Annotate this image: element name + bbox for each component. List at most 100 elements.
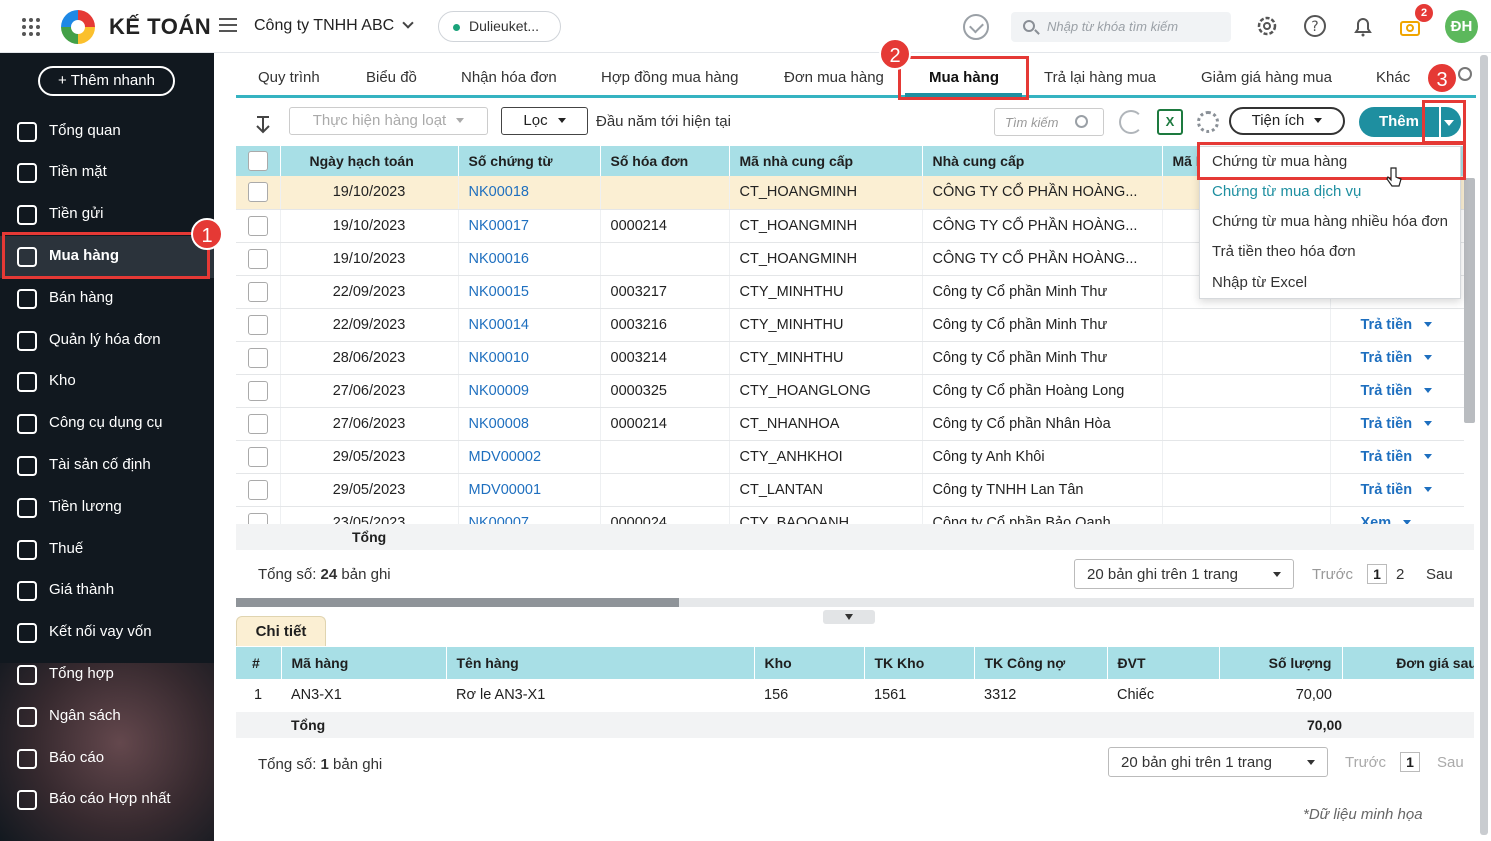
- cell-doc-no[interactable]: MDV00002: [458, 440, 601, 474]
- cell-doc-no[interactable]: NK00018: [458, 176, 601, 210]
- row-checkbox[interactable]: [247, 479, 268, 500]
- cell-doc-no[interactable]: NK00007: [458, 506, 601, 524]
- row-checkbox[interactable]: [247, 413, 268, 434]
- grid-settings-icon[interactable]: [1197, 111, 1219, 133]
- excel-export-icon[interactable]: X: [1157, 109, 1183, 135]
- sidebar-item-15[interactable]: Ngân sách: [0, 696, 214, 738]
- cell-doc-no[interactable]: NK00014: [458, 308, 601, 342]
- batch-action-dropdown[interactable]: Thực hiện hàng loạt: [289, 107, 488, 135]
- tab-1[interactable]: Quy trình: [258, 69, 320, 86]
- sidebar-item-16[interactable]: Báo cáo: [0, 738, 214, 780]
- grid-search-input[interactable]: Tìm kiếm: [994, 108, 1104, 136]
- row-checkbox[interactable]: [247, 380, 268, 401]
- col-header-date[interactable]: Ngày hạch toán: [280, 146, 459, 176]
- row-checkbox[interactable]: [247, 512, 268, 524]
- user-avatar[interactable]: ĐH: [1445, 10, 1478, 43]
- sidebar-item-10[interactable]: Tiền lương: [0, 487, 214, 529]
- notification-bell-icon[interactable]: [1351, 14, 1375, 38]
- cell-doc-no[interactable]: NK00009: [458, 374, 601, 408]
- detail-next-page-link[interactable]: Sau: [1437, 754, 1464, 771]
- tab-2[interactable]: Biểu đồ: [366, 69, 417, 86]
- page-1-button[interactable]: 1: [1367, 564, 1387, 584]
- sidebar-item-9[interactable]: Tài sản cố định: [0, 445, 214, 487]
- filter-button[interactable]: Lọc: [501, 107, 588, 135]
- pay-action-button[interactable]: Trả tiền: [1361, 482, 1433, 498]
- cell-doc-no[interactable]: NK00015: [458, 275, 601, 309]
- table-row[interactable]: 23/05/2023 NK00007 0000024 CTY_BAOOANH Công …: [236, 506, 1464, 524]
- table-row[interactable]: 27/06/2023 NK00008 0000214 CT_NHANHOA Công t…: [236, 407, 1464, 441]
- table-row[interactable]: 28/06/2023 NK00010 0003214 CTY_MINHTHU Công …: [236, 341, 1464, 375]
- row-checkbox[interactable]: [247, 281, 268, 302]
- database-selector[interactable]: Dulieuket...: [438, 11, 561, 42]
- sidebar-item-2[interactable]: Tiền mặt: [0, 152, 214, 194]
- menu-toggle-icon[interactable]: [217, 14, 239, 36]
- select-all-checkbox[interactable]: [248, 151, 268, 171]
- row-checkbox[interactable]: [247, 215, 268, 236]
- table-row[interactable]: 29/05/2023 MDV00002 CTY_ANHKHOI Công ty Anh…: [236, 440, 1464, 474]
- cell-doc-no[interactable]: NK00016: [458, 242, 601, 276]
- sidebar-item-5[interactable]: Bán hàng: [0, 278, 214, 320]
- row-checkbox[interactable]: [247, 314, 268, 335]
- settings-gear-icon[interactable]: [1255, 14, 1279, 38]
- pay-action-button[interactable]: Trả tiền: [1361, 449, 1433, 465]
- table-row[interactable]: 27/06/2023 NK00009 0000325 CTY_HOANGLONG Côn…: [236, 374, 1464, 408]
- row-checkbox[interactable]: [247, 347, 268, 368]
- tab-4[interactable]: Hợp đồng mua hàng: [601, 69, 738, 86]
- col-header-vendor-code[interactable]: Mã nhà cung cấp: [729, 146, 923, 176]
- tab-5[interactable]: Đơn mua hàng: [784, 69, 884, 86]
- sidebar-item-8[interactable]: Công cụ dụng cụ: [0, 403, 214, 445]
- row-checkbox[interactable]: [247, 446, 268, 467]
- horizontal-scroll-thumb[interactable]: [236, 598, 679, 607]
- col-header-doc-no[interactable]: Số chứng từ: [458, 146, 601, 176]
- cell-doc-no[interactable]: NK00017: [458, 209, 601, 243]
- tab-7[interactable]: Trả lại hàng mua: [1044, 69, 1156, 86]
- col-header-invoice-no[interactable]: Số hóa đơn: [600, 146, 730, 176]
- pay-action-button[interactable]: Trả tiền: [1361, 383, 1433, 399]
- pay-action-button[interactable]: Trả tiền: [1361, 416, 1433, 432]
- sidebar-item-14[interactable]: Tổng hợp: [0, 654, 214, 696]
- row-checkbox[interactable]: [247, 248, 268, 269]
- next-page-link[interactable]: Sau: [1426, 566, 1453, 583]
- detail-prev-page-link[interactable]: Trước: [1345, 754, 1386, 771]
- col-header-vendor[interactable]: Nhà cung cấp: [922, 146, 1163, 176]
- table-row[interactable]: 29/05/2023 MDV00001 CT_LANTAN Công ty TNHH …: [236, 473, 1464, 507]
- add-menu-item-3[interactable]: Chứng từ mua hàng nhiều hóa đơn: [1200, 207, 1462, 237]
- cell-doc-no[interactable]: MDV00001: [458, 473, 601, 507]
- sidebar-item-13[interactable]: Kết nối vay vốn: [0, 612, 214, 654]
- tab-6[interactable]: Mua hàng: [929, 69, 999, 86]
- sidebar-item-1[interactable]: Tổng quan: [0, 111, 214, 153]
- tab-9[interactable]: Khác: [1376, 69, 1410, 86]
- app-grid-icon[interactable]: [20, 16, 42, 38]
- cell-doc-no[interactable]: NK00010: [458, 341, 601, 375]
- sort-down-icon[interactable]: [253, 114, 273, 134]
- add-menu-item-1[interactable]: Chứng từ mua hàng: [1200, 147, 1462, 177]
- global-search-input[interactable]: Nhập từ khóa tìm kiếm: [1011, 12, 1231, 42]
- detail-page-size-select[interactable]: 20 bản ghi trên 1 trang: [1108, 747, 1328, 777]
- detail-row[interactable]: 1 AN3-X1 Rơ le AN3-X1 156 1561 3312 Chiế…: [236, 679, 1474, 711]
- tab-settings-icon[interactable]: [1458, 67, 1472, 81]
- prev-page-link[interactable]: Trước: [1312, 566, 1353, 583]
- period-selector[interactable]: Đầu năm tới hiện tại: [596, 113, 731, 130]
- page-size-select[interactable]: 20 bản ghi trên 1 trang: [1074, 559, 1294, 589]
- tab-8[interactable]: Giảm giá hàng mua: [1201, 69, 1332, 86]
- sidebar-item-7[interactable]: Kho: [0, 361, 214, 403]
- tab-detail[interactable]: Chi tiết: [236, 616, 326, 646]
- company-selector[interactable]: Công ty TNHH ABC: [254, 17, 414, 35]
- add-button[interactable]: Thêm: [1359, 107, 1439, 137]
- sidebar-item-12[interactable]: Giá thành: [0, 570, 214, 612]
- detail-page-1-button[interactable]: 1: [1400, 752, 1420, 772]
- pay-action-button[interactable]: Xem: [1361, 515, 1412, 524]
- panel-splitter[interactable]: [823, 610, 875, 624]
- quick-add-button[interactable]: + Thêm nhanh: [38, 66, 175, 96]
- add-dropdown-toggle[interactable]: [1441, 107, 1461, 137]
- tab-3[interactable]: Nhận hóa đơn: [461, 69, 557, 86]
- pay-action-button[interactable]: Trả tiền: [1361, 350, 1433, 366]
- add-menu-item-5[interactable]: Nhập từ Excel: [1200, 268, 1462, 298]
- page-scrollbar[interactable]: [1477, 53, 1491, 841]
- utility-dropdown-button[interactable]: Tiện ích: [1229, 107, 1345, 135]
- sidebar-item-17[interactable]: Báo cáo Hợp nhất: [0, 779, 214, 821]
- grid-vertical-scrollbar[interactable]: [1464, 178, 1475, 423]
- sidebar-item-3[interactable]: Tiền gửi: [0, 194, 214, 236]
- page-2-button[interactable]: 2: [1396, 566, 1404, 583]
- page-scroll-thumb[interactable]: [1480, 55, 1488, 835]
